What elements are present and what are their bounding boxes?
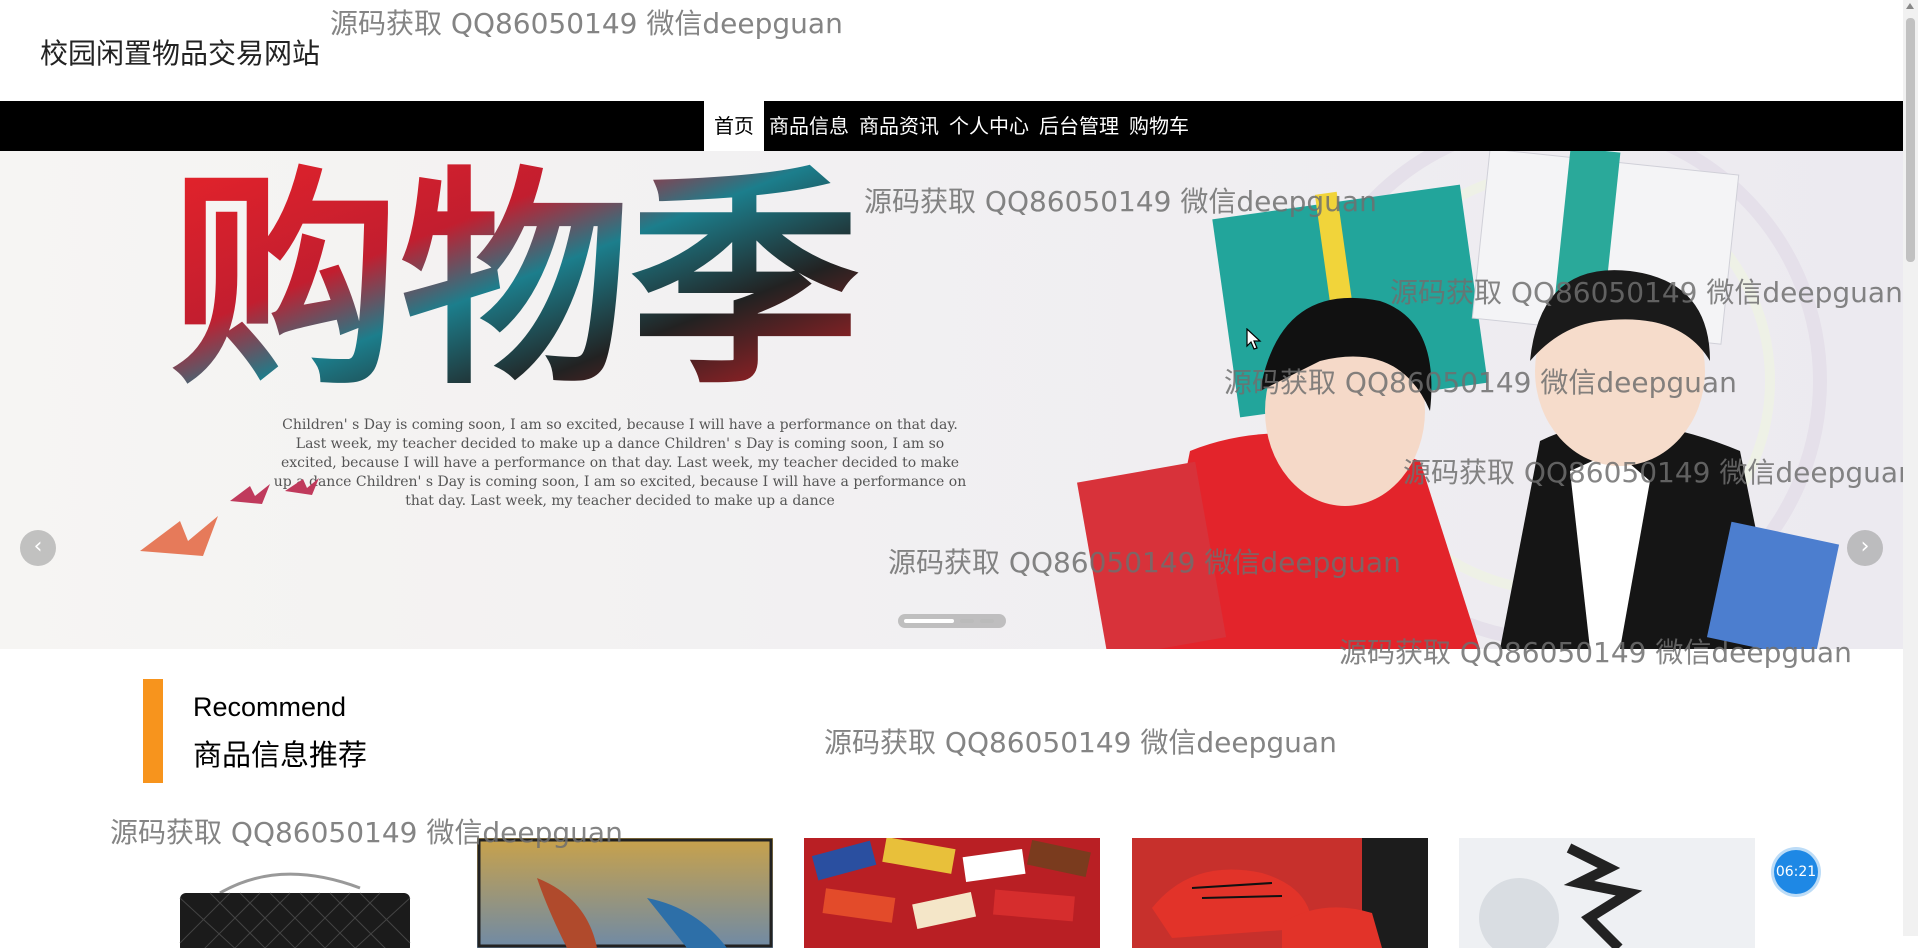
mouse-cursor-icon xyxy=(1246,328,1262,350)
banner-body-line: excited, because I will have a performan… xyxy=(281,455,959,471)
nav-item-products[interactable]: 商品信息 xyxy=(764,101,854,151)
nav-item-profile[interactable]: 个人中心 xyxy=(944,101,1034,151)
product-list xyxy=(0,838,1903,948)
banner-illustration: 购物季 Children' s Day is coming soon, I am… xyxy=(0,151,1903,649)
poster-image xyxy=(1459,838,1755,948)
clock-badge[interactable]: 06:21 xyxy=(1774,850,1818,894)
banner-body-line: that day. Last week, my teacher decided … xyxy=(405,493,835,509)
page-scrollbar[interactable] xyxy=(1903,0,1918,936)
carousel-dot[interactable] xyxy=(980,619,994,623)
section-accent-bar xyxy=(143,679,163,783)
sneakers-image xyxy=(1132,838,1428,948)
nav-item-home[interactable]: 首页 xyxy=(704,101,764,151)
watermark-text: 源码获取 QQ86050149 微信deepguan xyxy=(824,726,1337,759)
section-title-en: Recommend xyxy=(193,692,347,722)
carousel-dot[interactable] xyxy=(904,619,954,623)
hero-carousel[interactable]: 购物季 Children' s Day is coming soon, I am… xyxy=(0,151,1903,649)
banner-headline: 购物季 xyxy=(170,151,860,416)
section-title-cn: 商品信息推荐 xyxy=(193,738,368,772)
carousel-dot[interactable] xyxy=(960,619,974,623)
main-navbar: 首页 商品信息 商品资讯 个人中心 后台管理 购物车 xyxy=(0,101,1903,151)
nav-item-admin[interactable]: 后台管理 xyxy=(1034,101,1124,151)
product-card-handbag[interactable] xyxy=(150,838,446,948)
watermark-text: 源码获取 QQ86050149 微信deepguan xyxy=(330,7,843,40)
banner-body-line: up a dance Children' s Day is coming soo… xyxy=(274,474,966,490)
banner-body-line: Children' s Day is coming soon, I am so … xyxy=(282,417,958,433)
nav-menu: 首页 商品信息 商品资讯 个人中心 后台管理 购物车 xyxy=(704,101,1194,151)
kayak-image xyxy=(477,838,773,948)
scroll-up-arrow-icon[interactable] xyxy=(1906,3,1914,9)
nav-item-cart[interactable]: 购物车 xyxy=(1124,101,1194,151)
scrollbar-thumb[interactable] xyxy=(1906,18,1915,262)
snacks-image xyxy=(804,838,1100,948)
product-card-sneakers[interactable] xyxy=(1132,838,1428,948)
product-card-poster[interactable] xyxy=(1459,838,1755,948)
carousel-next-button[interactable]: › xyxy=(1847,530,1883,566)
handbag-image xyxy=(150,838,446,948)
site-title: 校园闲置物品交易网站 xyxy=(40,37,321,70)
product-card-kayak[interactable] xyxy=(477,838,773,948)
carousel-prev-button[interactable]: ‹ xyxy=(20,530,56,566)
product-card-snacks[interactable] xyxy=(804,838,1100,948)
nav-item-news[interactable]: 商品资讯 xyxy=(854,101,944,151)
carousel-indicators xyxy=(898,614,1006,628)
banner-body-line: Last week, my teacher decided to make up… xyxy=(296,436,944,452)
